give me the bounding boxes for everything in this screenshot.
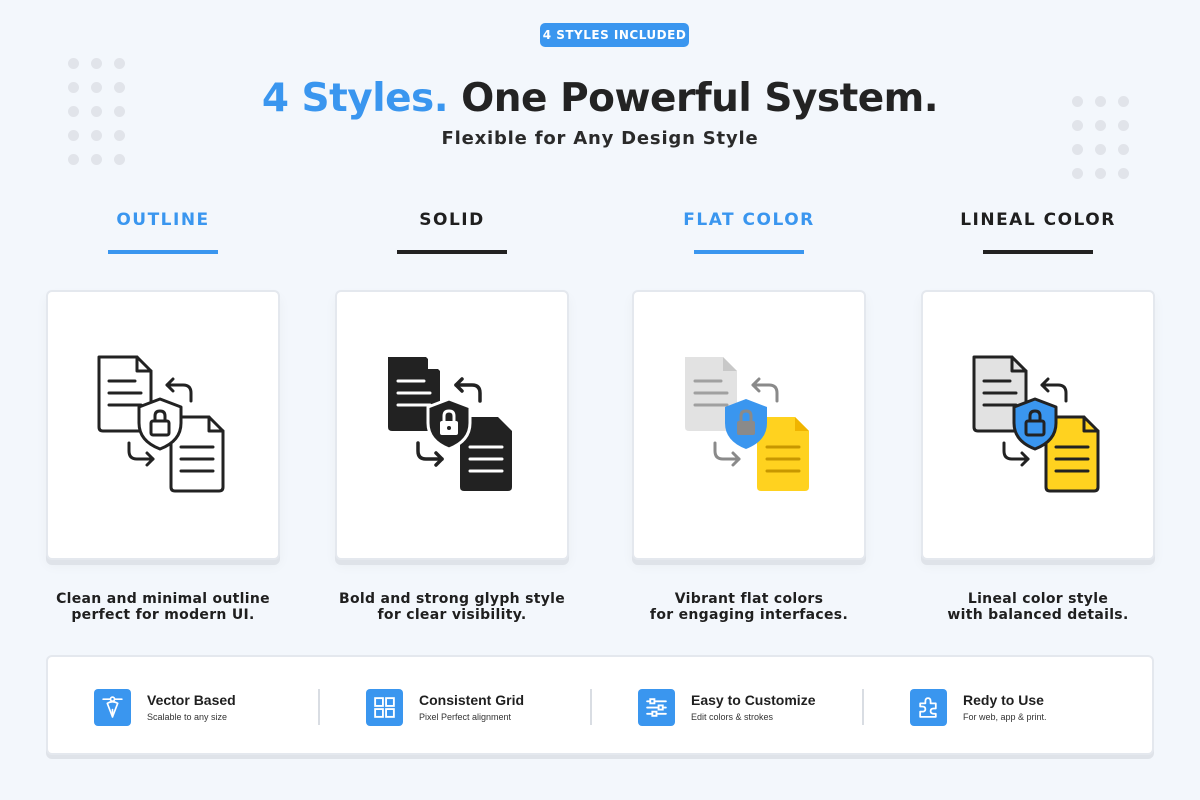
feature-sub-consistent-grid: Pixel Perfect alignment xyxy=(419,712,512,722)
style-label-flat-color: FLAT COLOR xyxy=(683,210,815,230)
icon-card-lineal-color xyxy=(921,290,1155,560)
headline-accent: 4 Styles. xyxy=(261,76,449,121)
style-desc-lineal-color-line1: Lineal color style xyxy=(967,591,1109,607)
style-underline-solid xyxy=(397,250,507,254)
pen-tool-icon xyxy=(94,688,131,726)
feature-title-ready-to-use: Redy to Use xyxy=(963,692,1044,708)
style-desc-solid: Bold and strong glyph style for clear vi… xyxy=(322,591,582,623)
style-desc-solid-line2: for clear visibility. xyxy=(377,607,527,623)
file-transfer-shield-outline-icon xyxy=(97,355,225,493)
style-desc-outline-line1: Clean and minimal outline xyxy=(56,591,270,607)
style-underline-outline xyxy=(108,250,218,254)
feature-divider xyxy=(590,689,592,725)
features-bar: Vector Based Scalable to any size Consis… xyxy=(46,655,1154,755)
feature-title-consistent-grid: Consistent Grid xyxy=(419,692,525,708)
style-label-lineal-color: LINEAL COLOR xyxy=(960,210,1116,230)
styles-badge: 4 STYLES INCLUDED xyxy=(540,23,689,47)
icon-card-outline xyxy=(46,290,280,560)
style-underline-flat-color xyxy=(694,250,804,254)
style-desc-outline-line2: perfect for modern UI. xyxy=(71,607,255,623)
feature-divider xyxy=(862,689,864,725)
style-label-solid: SOLID xyxy=(419,210,485,230)
style-desc-outline: Clean and minimal outline perfect for mo… xyxy=(33,591,293,623)
sliders-icon xyxy=(638,688,675,726)
style-desc-flat-color-line2: for engaging interfaces. xyxy=(649,607,849,623)
feature-vector-based: Vector Based Scalable to any size xyxy=(94,687,236,727)
feature-title-vector-based: Vector Based xyxy=(147,692,236,708)
file-transfer-shield-lineal-icon xyxy=(972,355,1100,493)
icon-card-flat-color xyxy=(632,290,866,560)
style-desc-lineal-color-line2: with balanced details. xyxy=(947,607,1129,623)
puzzle-icon xyxy=(910,688,947,726)
feature-divider xyxy=(318,689,320,725)
style-tab-lineal-color: LINEAL COLOR xyxy=(923,210,1153,254)
style-desc-solid-line1: Bold and strong glyph style xyxy=(338,591,566,607)
style-tab-solid: SOLID xyxy=(337,210,567,254)
feature-ready-to-use: Redy to Use For web, app & print. xyxy=(910,687,1047,727)
feature-consistent-grid: Consistent Grid Pixel Perfect alignment xyxy=(366,687,524,727)
feature-title-easy-to-customize: Easy to Customize xyxy=(691,692,816,708)
file-transfer-shield-flat-icon xyxy=(685,357,809,491)
icon-card-solid xyxy=(335,290,569,560)
style-label-outline: OUTLINE xyxy=(116,210,210,230)
grid-icon xyxy=(366,688,403,726)
subheadline: Flexible for Any Design Style xyxy=(441,128,759,149)
feature-sub-easy-to-customize: Edit colors & strokes xyxy=(691,712,774,722)
feature-sub-vector-based: Scalable to any size xyxy=(147,712,228,722)
feature-sub-ready-to-use: For web, app & print. xyxy=(963,712,1047,722)
feature-easy-to-customize: Easy to Customize Edit colors & strokes xyxy=(638,687,815,727)
file-transfer-shield-solid-icon xyxy=(388,357,512,491)
style-tab-flat-color: FLAT COLOR xyxy=(634,210,864,254)
headline-rest: One Powerful System. xyxy=(461,76,939,121)
headline: 4 Styles. One Powerful System. xyxy=(0,76,1200,121)
style-desc-flat-color: Vibrant flat colors for engaging interfa… xyxy=(619,591,879,623)
style-desc-lineal-color: Lineal color style with balanced details… xyxy=(908,591,1168,623)
style-underline-lineal-color xyxy=(983,250,1093,254)
style-tab-outline: OUTLINE xyxy=(48,210,278,254)
style-desc-flat-color-line1: Vibrant flat colors xyxy=(674,591,824,607)
